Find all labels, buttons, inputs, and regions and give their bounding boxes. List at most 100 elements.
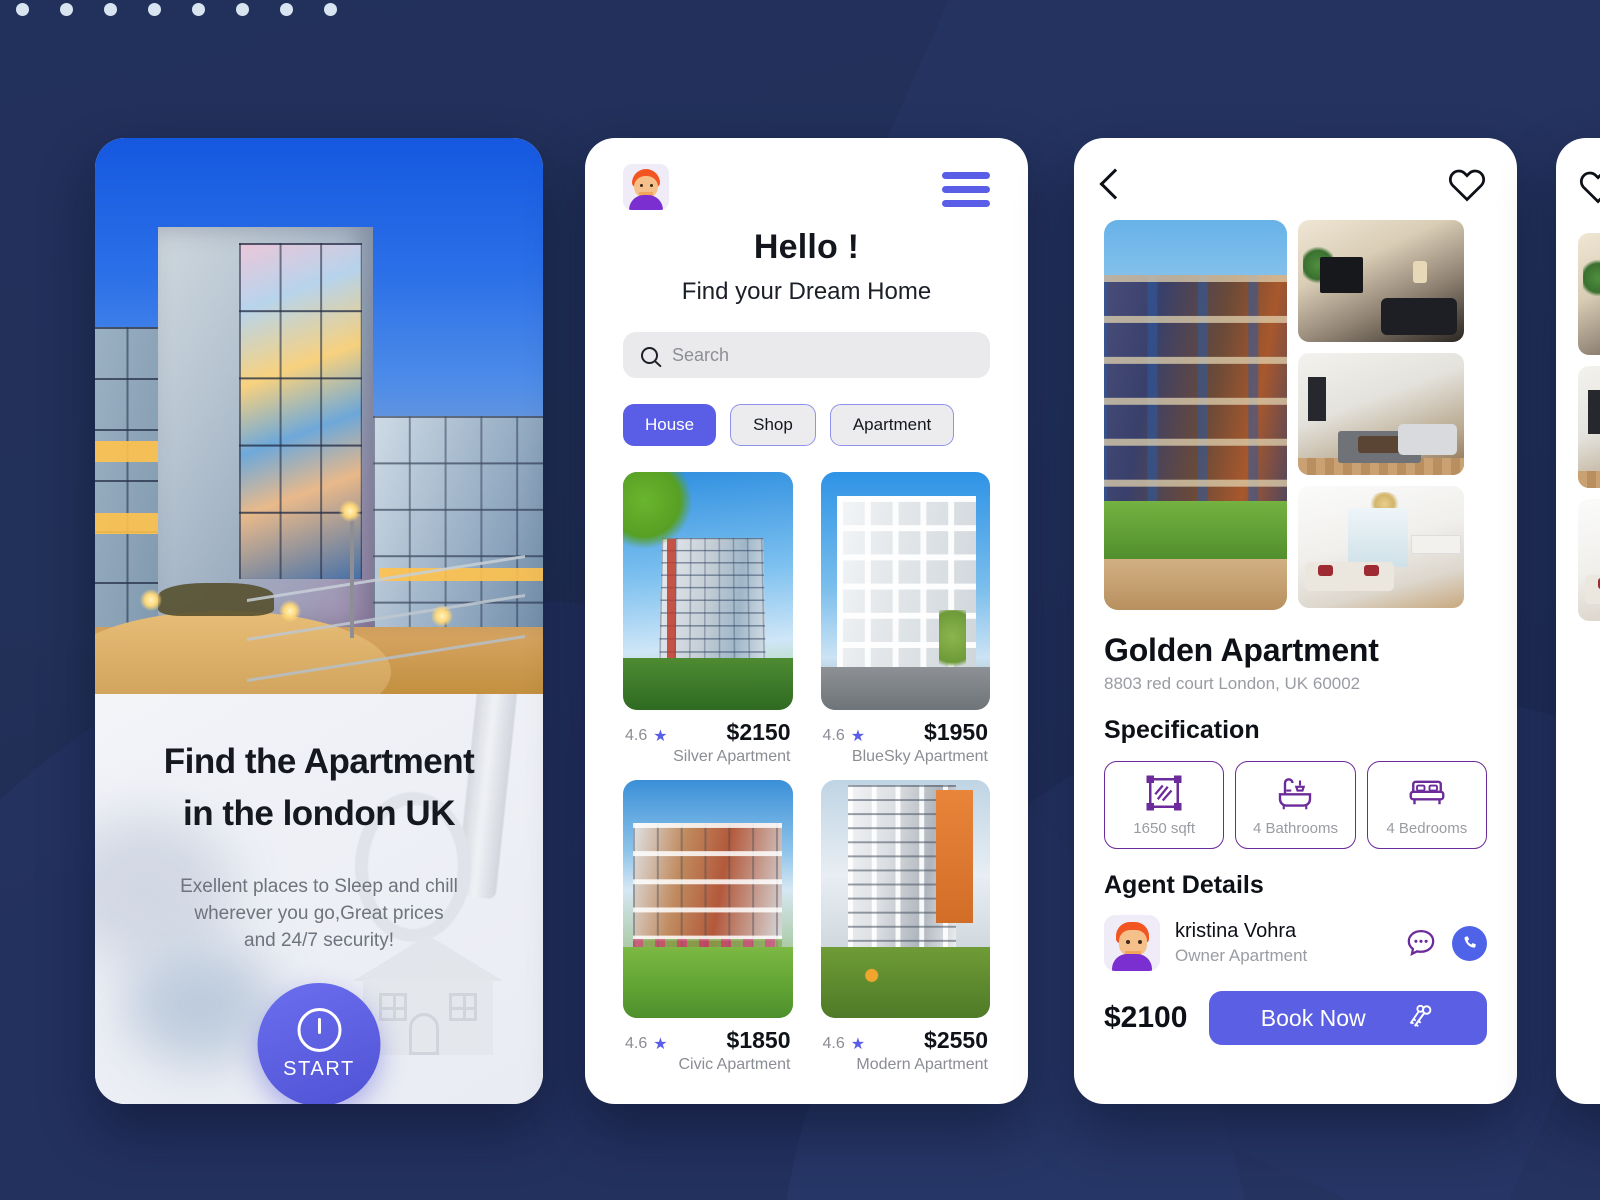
property-thumbnail (820, 780, 990, 1018)
property-card[interactable]: 4.6 ★ $2550 Modern Apartment (820, 780, 990, 1074)
partial-screen (1556, 138, 1600, 1104)
heart-outline-icon[interactable] (1578, 168, 1600, 204)
agent-details-heading: Agent Details (1104, 871, 1264, 899)
property-title: Golden Apartment (1104, 632, 1379, 668)
spec-area[interactable]: 1650 sqft (1104, 761, 1225, 849)
user-avatar[interactable] (623, 164, 669, 210)
property-price: $1950 (924, 719, 988, 745)
hamburger-menu-icon[interactable] (942, 172, 990, 207)
property-card[interactable]: 4.6 ★ $1950 BlueSky Apartment (820, 472, 991, 766)
gallery-thumbnail[interactable] (1578, 366, 1600, 488)
property-address: 8803 red court London, UK 60002 (1104, 674, 1361, 693)
title-line-1: Find the Apartment (163, 742, 475, 781)
chip-apartment[interactable]: Apartment (829, 404, 955, 446)
chip-label: House (645, 415, 695, 434)
phone-mockup-stage: Find the Apartment in the london UK Exel… (0, 0, 1600, 1200)
back-chevron-icon[interactable] (1099, 168, 1131, 200)
property-price: $1850 (726, 1027, 791, 1053)
start-button-label: START (283, 1058, 355, 1080)
spec-label: 1650 sqft (1133, 820, 1196, 837)
property-meta: 4.6 ★ $1950 (821, 719, 991, 746)
rating-value: 4.6 (822, 1035, 845, 1052)
total-price: $2100 (1104, 1001, 1188, 1034)
property-rating: 4.6 ★ (823, 726, 866, 746)
search-input[interactable]: Search (623, 332, 990, 378)
onboarding-copy: Find the Apartment in the london UK Exel… (95, 694, 543, 955)
hero-lamp-glow (139, 588, 162, 611)
phone-screen-detail: Golden Apartment 8803 red court London, … (1074, 138, 1517, 1104)
call-button[interactable] (1452, 925, 1487, 961)
agent-info: kristina Vohra Owner Apartment (1175, 920, 1307, 966)
property-card[interactable]: 4.6 ★ $2150 Silver Apartment (623, 472, 793, 766)
chip-label: Shop (753, 415, 793, 434)
start-button[interactable]: START (257, 983, 381, 1104)
phone-screen-partial (1556, 138, 1600, 1104)
gallery-thumbnail[interactable] (1298, 353, 1464, 475)
star-icon: ★ (850, 1036, 866, 1053)
agent-avatar (1104, 915, 1160, 971)
hero-glass-facade (239, 242, 362, 580)
agent-actions (1404, 925, 1487, 961)
property-name: Modern Apartment (856, 1056, 988, 1073)
detail-screen: Golden Apartment 8803 red court London, … (1074, 138, 1517, 1104)
window-glow (95, 441, 164, 463)
spec-label: 4 Bedrooms (1386, 820, 1468, 837)
spec-bathrooms[interactable]: 4 Bathrooms (1235, 761, 1356, 849)
window-grid (239, 242, 362, 580)
heart-outline-icon[interactable] (1447, 166, 1487, 202)
property-meta: 4.6 ★ $1850 (623, 1027, 793, 1054)
rating-value: 4.6 (625, 727, 648, 744)
property-name: BlueSky Apartment (851, 748, 988, 765)
detail-nav-bar (1099, 162, 1487, 206)
property-rating: 4.6 ★ (823, 1034, 866, 1054)
property-card[interactable]: 4.6 ★ $1850 Civic Apartment (623, 780, 793, 1074)
chip-house[interactable]: House (623, 404, 717, 446)
property-gallery (1104, 220, 1487, 610)
bathtub-icon (1279, 778, 1312, 810)
rating-value: 4.6 (625, 1035, 648, 1052)
subtitle-line-2: wherever you go,Great prices (194, 902, 444, 924)
bed-icon (1409, 780, 1445, 805)
phone-icon (1463, 936, 1476, 948)
phone-screen-home: Hello ! Find your Dream Home Search Hous… (585, 138, 1028, 1104)
star-icon: ★ (850, 728, 866, 745)
power-icon (297, 1008, 341, 1052)
gallery-thumbnail[interactable] (1298, 220, 1464, 342)
property-price: $2150 (726, 719, 791, 745)
star-icon: ★ (653, 1036, 668, 1053)
hero-lamp-post (350, 504, 355, 639)
home-screen: Hello ! Find your Dream Home Search Hous… (585, 138, 1028, 1104)
search-icon (641, 346, 658, 364)
chat-bubble-icon[interactable] (1404, 926, 1438, 960)
specification-heading: Specification (1104, 716, 1260, 744)
chip-shop[interactable]: Shop (730, 404, 816, 446)
gallery-thumbnail[interactable] (1578, 233, 1600, 355)
search-placeholder: Search (672, 344, 730, 365)
hero-lamp-glow (339, 499, 362, 522)
subtitle-line-3: and 24/7 security! (244, 929, 394, 951)
book-now-button[interactable]: Book Now (1209, 991, 1487, 1045)
property-thumbnail (820, 472, 990, 710)
chip-label: Apartment (852, 415, 932, 434)
hero-lamp-glow (278, 599, 301, 622)
gallery-thumbnail[interactable] (1578, 499, 1600, 621)
page-subtitle: Exellent places to Sleep and chill where… (125, 874, 513, 955)
greeting-text: Hello ! (753, 228, 860, 266)
property-name: Civic Apartment (678, 1056, 791, 1073)
property-price: $2550 (924, 1027, 988, 1053)
property-rating: 4.6 ★ (625, 1034, 668, 1054)
gallery-thumbnail-column (1298, 220, 1464, 610)
phone-screen-onboarding: Find the Apartment in the london UK Exel… (95, 138, 543, 1104)
gallery-thumbnail[interactable] (1298, 486, 1464, 608)
property-meta: 4.6 ★ $2150 (623, 719, 793, 746)
area-icon (1146, 775, 1182, 811)
spec-bedrooms[interactable]: 4 Bedrooms (1366, 761, 1487, 849)
keys-icon (1409, 1004, 1431, 1028)
property-thumbnail (623, 472, 793, 710)
star-icon: ★ (653, 728, 668, 745)
tagline-text: Find your Dream Home (681, 278, 932, 305)
gallery-main-image[interactable] (1104, 220, 1287, 610)
partial-gallery-column (1578, 233, 1600, 621)
page-title: Find the Apartment in the london UK (125, 736, 513, 840)
agent-row: kristina Vohra Owner Apartment (1104, 915, 1487, 971)
